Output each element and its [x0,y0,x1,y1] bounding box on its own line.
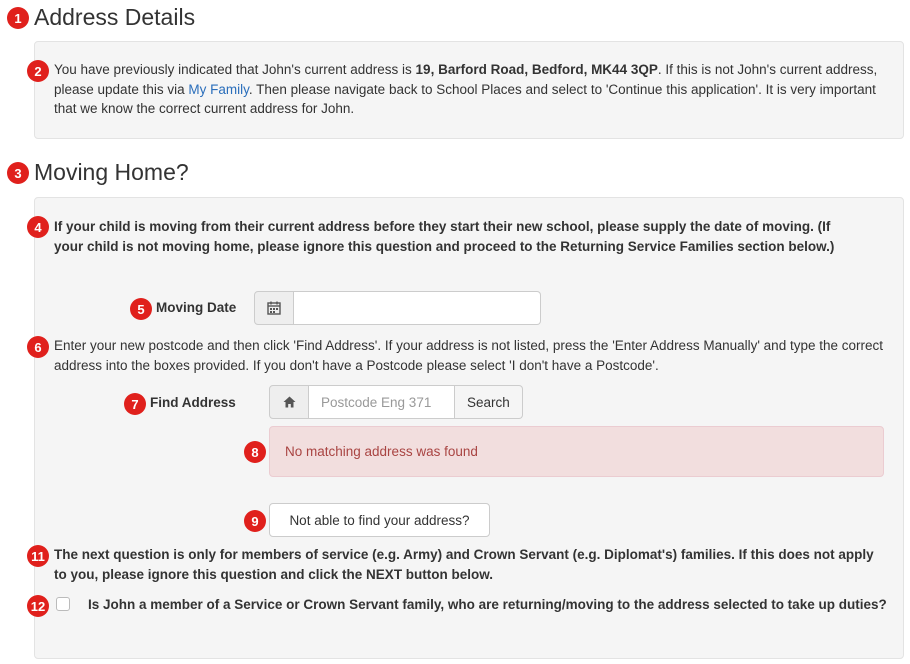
calendar-icon[interactable] [254,291,294,325]
postcode-instructions: Enter your new postcode and then click '… [54,338,883,373]
annotation-badge: 7 [124,393,146,415]
service-family-question: Is John a member of a Service or Crown S… [88,597,887,612]
service-note-text: The next question is only for members of… [54,547,874,582]
address-text-before: You have previously indicated that John'… [54,62,416,77]
not-able-to-find-address-button[interactable]: Not able to find your address? [269,503,490,537]
address-details-heading: Address Details [34,4,196,30]
moving-intro-text: If your child is moving from their curre… [54,219,835,254]
annotation-badge: 11 [27,545,49,567]
annotation-badge: 1 [7,7,29,29]
no-address-alert: No matching address was found [269,426,884,477]
moving-home-heading: Moving Home? [34,159,189,185]
annotation-badge: 3 [7,162,29,184]
moving-date-group [254,291,541,325]
annotation-badge: 5 [130,298,152,320]
find-address-group: Postcode Eng 371 Search [269,385,523,419]
annotation-badge: 2 [27,60,49,82]
find-address-label: Find Address [150,395,236,410]
annotation-badge: 6 [27,336,49,358]
moving-date-label: Moving Date [156,300,237,315]
annotation-badge: 8 [244,441,266,463]
annotation-badge: 12 [27,595,49,617]
alert-text: No matching address was found [285,444,478,459]
my-family-link[interactable]: My Family [188,82,249,97]
current-address: 19, Barford Road, Bedford, MK44 3QP [415,62,658,77]
moving-date-input[interactable] [294,291,541,325]
annotation-badge: 9 [244,510,266,532]
service-family-checkbox[interactable] [56,597,70,611]
postcode-input[interactable]: Postcode Eng 371 [309,385,455,419]
annotation-badge: 4 [27,216,49,238]
address-details-text: You have previously indicated that John'… [54,60,889,119]
home-icon [269,385,309,419]
search-button[interactable]: Search [455,385,523,419]
